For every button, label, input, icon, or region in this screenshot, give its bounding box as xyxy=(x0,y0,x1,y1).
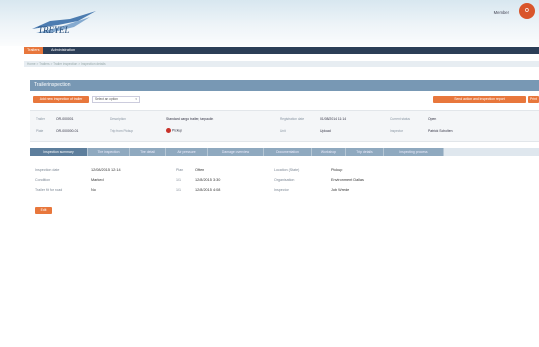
edit-button[interactable]: Edit xyxy=(35,207,52,214)
tab-trip-details[interactable]: Trip details xyxy=(346,148,384,156)
summary-value: Open xyxy=(428,117,437,121)
user-name[interactable]: Member xyxy=(494,10,509,15)
tab-documentation[interactable]: Documentation xyxy=(264,148,312,156)
tab-workshop[interactable]: Workshop xyxy=(312,148,346,156)
send-report-button[interactable]: Send action and inspection report xyxy=(433,96,526,103)
main-tab-bar: Trailers Administration xyxy=(24,47,539,54)
add-inspection-button[interactable]: Add new inspection of trailer xyxy=(33,96,89,103)
tab-tire-inspection[interactable]: Tire inspection xyxy=(88,148,130,156)
summary-value: Upload xyxy=(320,129,331,133)
summary-value: Pickup xyxy=(172,128,183,133)
organisation-value: Environment Dallas xyxy=(331,178,364,182)
summary-label: Trailer xyxy=(36,117,45,121)
tab-air-pressure[interactable]: Air pressure xyxy=(166,148,208,156)
summary-label: Trip from Pickup xyxy=(110,129,134,133)
user-avatar[interactable]: O xyxy=(519,3,535,19)
inspection-date-value: 12/08/2015 12:14 xyxy=(91,168,121,172)
action-select[interactable]: Select an option ▾ xyxy=(92,96,140,103)
field-label: Inspector xyxy=(274,188,289,192)
tab-inspecting-process[interactable]: Inspecting process xyxy=(384,148,444,156)
print-button[interactable]: Print xyxy=(528,96,539,103)
summary-value: OR-000001 xyxy=(56,117,74,121)
location-value: Pickup xyxy=(331,168,343,172)
breadcrumb[interactable]: Home > Trailers > Trailer inspection > I… xyxy=(24,61,539,67)
summary-value: OR-000000-01 xyxy=(56,129,79,133)
logo-text: TREYEL xyxy=(38,25,70,35)
summary-label: Plate xyxy=(36,129,44,133)
summary-value: 01/08/2014 11:14 xyxy=(320,117,347,121)
page-title: Trailerinspection xyxy=(30,80,539,91)
inspector-value: Job Wrede xyxy=(331,188,350,192)
summary-label: Current status xyxy=(390,117,411,121)
app-logo[interactable]: TREYEL xyxy=(30,7,98,39)
plan-value: Often xyxy=(195,168,205,172)
tab-inspection-summary[interactable]: Inspection summary xyxy=(30,148,88,156)
summary-value: Standard cargo trailer, tarpaulin xyxy=(166,117,214,121)
red-flag-icon xyxy=(166,128,171,133)
field-label: Inspection date xyxy=(35,168,60,172)
tab-tire-detail[interactable]: Tire detail xyxy=(130,148,166,156)
pickup-status: Pickup xyxy=(166,128,182,133)
app-header: TREYEL Member O xyxy=(0,0,539,46)
field-label: Trailer fit for road xyxy=(35,188,63,192)
field-label: Condition xyxy=(35,178,51,182)
chevron-down-icon: ▾ xyxy=(135,97,137,101)
end-time-value: 12/8/2015 4:08 xyxy=(195,188,221,192)
summary-label: Registration date xyxy=(280,117,305,121)
inspection-tabs: Inspection summary Tire inspection Tire … xyxy=(30,148,539,156)
trailer-summary: Trailer OR-000001 Description Standard c… xyxy=(30,110,539,142)
field-label: Location (State) xyxy=(274,168,300,172)
tab-damage-overview[interactable]: Damage overview xyxy=(208,148,264,156)
summary-value: Patrick Scholten xyxy=(428,129,453,133)
summary-label: Inspector xyxy=(390,129,404,133)
field-label: Organisation xyxy=(274,178,295,182)
tab-administration[interactable]: Administration xyxy=(48,47,78,54)
summary-label: Unit xyxy=(280,129,286,133)
tab-trailers[interactable]: Trailers xyxy=(24,47,43,54)
field-label: 1/1 xyxy=(176,178,181,182)
condition-value: Marked xyxy=(91,178,104,182)
summary-label: Description xyxy=(110,117,126,121)
field-label: 1/1 xyxy=(176,188,181,192)
start-time-value: 12/8/2015 3:30 xyxy=(195,178,221,182)
action-select-value: Select an option xyxy=(95,97,118,101)
road-fit-value: No xyxy=(91,188,96,192)
field-label: Plan xyxy=(176,168,184,172)
